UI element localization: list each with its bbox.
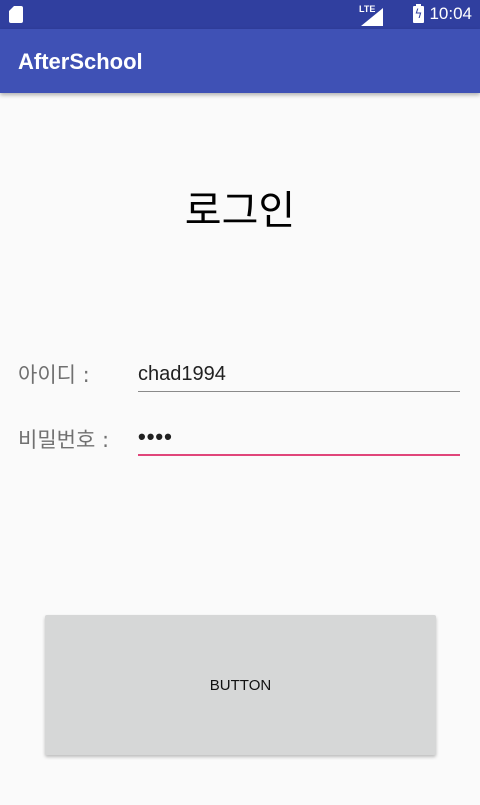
charging-bolt-icon: ϟ	[414, 7, 423, 21]
password-label: 비밀번호 :	[18, 428, 110, 452]
page-title: 로그인	[184, 188, 296, 234]
id-input[interactable]: chad1994	[138, 361, 460, 392]
signal-icon	[361, 8, 383, 26]
clock: 10:04	[429, 4, 472, 23]
sd-card-icon	[9, 6, 23, 23]
id-label: 아이디 :	[18, 363, 90, 387]
submit-button[interactable]: BUTTON	[45, 615, 436, 755]
password-input[interactable]: ••••	[138, 424, 460, 456]
id-input-value: chad1994	[138, 363, 226, 385]
app-title: AfterSchool	[18, 49, 143, 74]
signal-group: LTE	[359, 4, 383, 26]
submit-button-label: BUTTON	[209, 677, 272, 694]
status-bar: LTE ϟ 10:04	[0, 0, 480, 29]
battery-charging-icon: ϟ	[413, 4, 424, 23]
app-bar: AfterSchool	[0, 29, 480, 93]
password-input-value: ••••	[138, 424, 173, 449]
